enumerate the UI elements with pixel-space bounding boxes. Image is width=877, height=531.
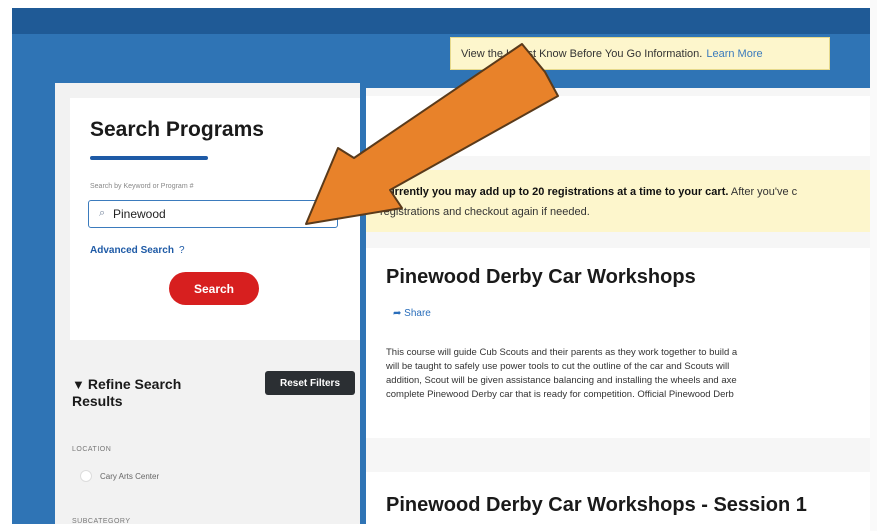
- cart-banner-bold: Currently you may add up to 20 registrat…: [380, 186, 729, 198]
- search-field-label: Search by Keyword or Program #: [90, 183, 194, 190]
- location-checkbox[interactable]: [80, 470, 92, 482]
- location-option-label[interactable]: Cary Arts Center: [100, 472, 159, 481]
- reset-filters-button[interactable]: Reset Filters: [265, 371, 355, 395]
- notice-text: View the Latest Know Before You Go Infor…: [461, 47, 703, 60]
- clear-icon[interactable]: ⊘: [322, 207, 331, 220]
- search-programs-title: Search Programs: [90, 118, 264, 141]
- description-line: addition, Scout will be given assistance…: [386, 375, 737, 386]
- subcategory-label: SUBCATEGORY: [72, 518, 131, 525]
- location-option[interactable]: Cary Arts Center: [80, 470, 159, 482]
- learn-more-link[interactable]: Learn More: [706, 48, 762, 60]
- refine-title-line2: Results: [72, 393, 123, 409]
- description-line: will be taught to safely use power tools…: [386, 361, 730, 372]
- refine-search-heading: ▼ Refine Search Results: [72, 376, 181, 410]
- know-before-you-go-notice: View the Latest Know Before You Go Infor…: [450, 37, 830, 70]
- share-link[interactable]: ➦ Share: [393, 308, 431, 319]
- description-line: This course will guide Cub Scouts and th…: [386, 347, 738, 358]
- main-top-card: [366, 96, 877, 156]
- program-title[interactable]: Pinewood Derby Car Workshops: [386, 266, 696, 289]
- description-line: complete Pinewood Derby car that is read…: [386, 389, 734, 400]
- screenshot-frame: View the Latest Know Before You Go Infor…: [0, 0, 877, 531]
- search-input-wrapper[interactable]: ⌕ ⊘: [88, 200, 338, 228]
- advanced-search-label[interactable]: Advanced Search: [90, 245, 174, 256]
- program-description: This course will guide Cub Scouts and th…: [386, 346, 877, 402]
- session-title[interactable]: Pinewood Derby Car Workshops - Session 1: [386, 494, 807, 517]
- search-icon: ⌕: [99, 207, 106, 219]
- refine-title-line1: Refine Search: [87, 376, 182, 392]
- location-label: LOCATION: [72, 446, 112, 453]
- help-icon[interactable]: ?: [179, 245, 185, 256]
- share-icon: ➦: [393, 308, 402, 319]
- share-label[interactable]: Share: [404, 308, 431, 319]
- right-edge: [870, 0, 877, 531]
- filter-icon: ▼: [72, 377, 85, 392]
- title-underline: [90, 156, 208, 160]
- page-header-band: [12, 8, 877, 34]
- search-button[interactable]: Search: [169, 272, 259, 305]
- cart-limit-banner: Currently you may add up to 20 registrat…: [366, 170, 877, 232]
- advanced-search-link[interactable]: Advanced Search?: [90, 245, 185, 256]
- search-input[interactable]: [113, 204, 313, 224]
- cart-banner-rest: After you've c: [728, 186, 798, 198]
- cart-banner-line2: registrations and checkout again if need…: [380, 206, 590, 218]
